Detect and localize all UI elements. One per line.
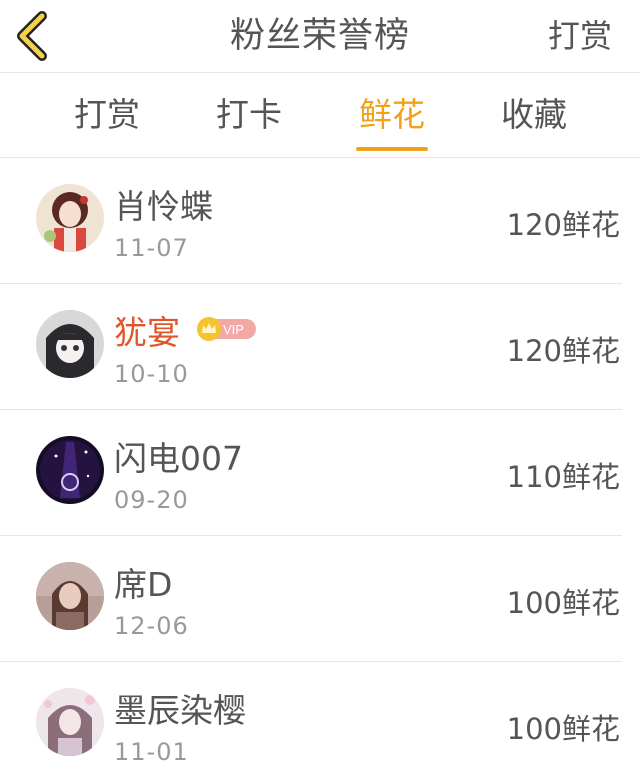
reward-button[interactable]: 打赏 [548,0,612,72]
flower-count: 100鲜花 [506,586,620,620]
flower-count: 110鲜花 [506,460,620,494]
fan-date: 10-10 [114,360,189,388]
list-item[interactable]: 闪电007 09-20 110鲜花 [0,410,622,536]
avatar[interactable] [36,310,104,378]
vip-badge: VIP [196,316,258,342]
fan-date: 12-06 [114,612,189,640]
avatar[interactable] [36,436,104,504]
avatar-image [36,310,104,378]
list-item[interactable]: 肖怜蝶 11-07 120鲜花 [0,158,622,284]
flower-count: 100鲜花 [506,712,620,746]
fan-date: 11-01 [114,738,189,766]
fan-name: 墨辰染樱 [114,691,246,730]
tab-reward[interactable]: 打赏 [52,73,162,157]
flower-count: 120鲜花 [506,334,620,368]
page-title: 粉丝荣誉榜 [229,16,410,56]
fan-name: 犹宴 [114,313,180,352]
active-tab-indicator [356,147,428,151]
vip-badge-graphic: VIP [197,317,256,341]
list-item[interactable]: 犹宴 VIP 10-10 120鲜花 [0,284,622,410]
tab-flowers[interactable]: 鲜花 [337,73,447,157]
avatar-image [36,184,104,252]
list-item[interactable]: 席D 12-06 100鲜花 [0,536,622,662]
vip-badge-label: VIP [223,322,244,337]
screen: 粉丝荣誉榜 打赏 打赏 打卡 鲜花 收藏 肖怜蝶 11-07 120鲜花 犹宴 … [0,0,640,784]
avatar[interactable] [36,688,104,756]
fan-date: 11-07 [114,234,189,262]
fan-date: 09-20 [114,486,189,514]
fan-name: 席D [114,565,173,604]
avatar[interactable] [36,562,104,630]
avatar-image [36,436,104,504]
fan-name: 闪电007 [114,439,243,478]
tab-favorites[interactable]: 收藏 [479,73,589,157]
flower-count: 120鲜花 [506,208,620,242]
tab-flowers-label: 鲜花 [359,95,425,134]
fan-list: 肖怜蝶 11-07 120鲜花 犹宴 VIP 10-10 120鲜花 闪电007… [0,158,640,784]
avatar-image [36,562,104,630]
avatar[interactable] [36,184,104,252]
tab-bar: 打赏 打卡 鲜花 收藏 [0,73,640,158]
fan-name: 肖怜蝶 [114,187,213,226]
top-bar: 粉丝荣誉榜 打赏 [0,0,640,73]
list-item[interactable]: 墨辰染樱 11-01 100鲜花 [0,662,622,784]
tab-checkin[interactable]: 打卡 [194,73,304,157]
avatar-image [36,688,104,756]
